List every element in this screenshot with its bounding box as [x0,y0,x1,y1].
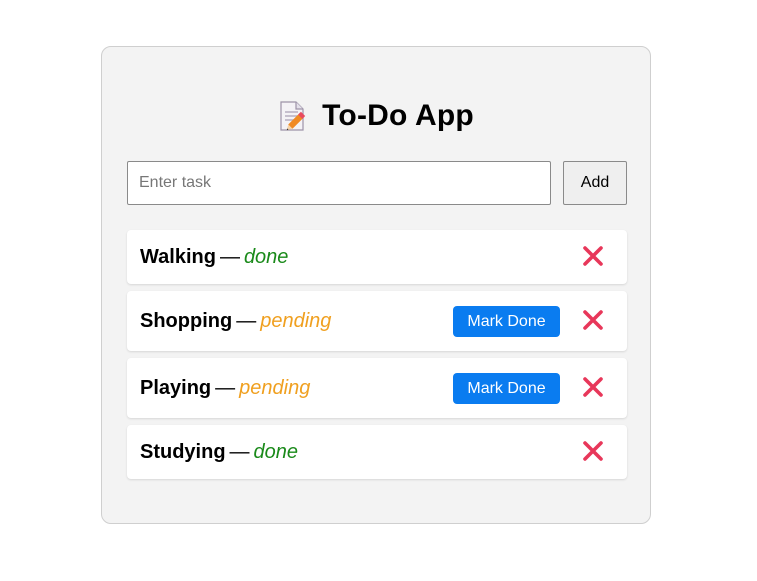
task-text: Studying — done [140,441,298,464]
task-separator: — [236,309,257,332]
task-text: Walking — done [140,246,288,269]
mark-done-button[interactable]: Mark Done [453,373,560,404]
close-icon [582,245,604,270]
delete-button[interactable] [577,241,609,273]
task-input[interactable] [127,161,551,205]
close-icon [582,309,604,334]
task-status: pending [239,376,311,399]
task-item-studying: Studying — done [127,425,627,479]
task-text: Shopping — pending [140,310,331,333]
task-text: Playing — pending [140,377,310,400]
task-separator: — [229,440,250,463]
memo-pencil-icon [278,100,308,132]
task-status: done [253,440,299,463]
task-separator: — [215,376,236,399]
task-name: Shopping [140,309,233,332]
task-item-walking: Walking — done [127,230,627,284]
app-header: To-Do App [102,99,650,133]
todo-card: To-Do App Add Walking—done Shopping—pend… [101,46,651,524]
task-status: pending [260,309,332,332]
mark-done-button[interactable]: Mark Done [453,306,560,337]
task-item-playing: Playing — pending Mark Done [127,358,627,418]
task-name: Studying [140,440,226,463]
task-status: done [243,245,289,268]
task-list: Walking — done Shopping — pending Mark Done … [127,230,627,486]
delete-button[interactable] [577,372,609,404]
task-separator: — [219,245,240,268]
task-name: Playing [140,376,212,399]
delete-button[interactable] [577,436,609,468]
close-icon [582,440,604,465]
task-item-shopping: Shopping — pending Mark Done [127,291,627,351]
delete-button[interactable] [577,305,609,337]
task-name: Walking [140,245,216,268]
new-task-form: Add [127,161,627,205]
page-title: To-Do App [322,99,474,132]
close-icon [582,376,604,401]
add-button[interactable]: Add [563,161,627,205]
